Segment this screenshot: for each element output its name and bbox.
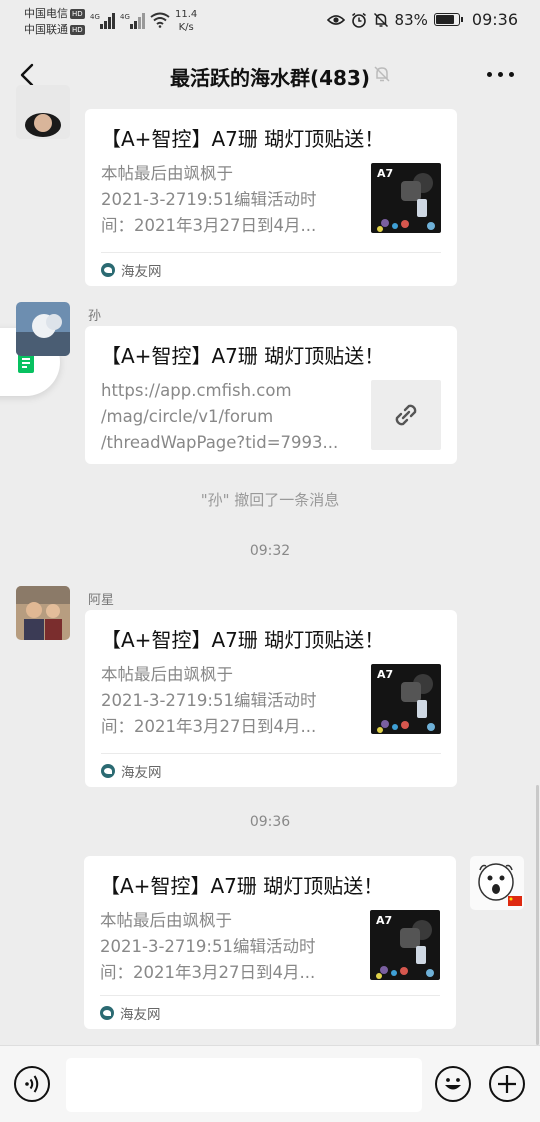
avatar[interactable] [16,302,70,356]
card-source: 海友网 [101,753,441,787]
link-thumbnail [371,380,441,450]
svg-text:4G: 4G [90,13,100,21]
voice-icon[interactable] [14,1066,50,1102]
more-options-icon[interactable] [487,72,514,77]
scrollbar[interactable] [536,785,539,1045]
wifi-icon [150,12,170,28]
signal-icon-2: 4G [120,13,145,29]
timestamp: 09:36 [249,814,291,830]
my-avatar[interactable] [470,856,524,910]
svg-text:A7: A7 [377,668,393,681]
card-source: 海友网 [101,252,441,286]
card-description: 本帖最后由飒枫于 2021-3-2719:51编辑活动时 间：2021年3月27… [101,164,317,235]
card-title: 【A+智控】A7珊 瑚灯顶贴送！ [101,127,385,151]
link-card[interactable]: 【A+智控】A7珊 瑚灯顶贴送！ https://app.cmfish.com … [85,326,457,464]
card-source: 海友网 [100,995,440,1029]
alarm-icon [351,12,366,28]
haiyou-logo-icon [100,1005,114,1020]
chat-title: 最活跃的海水群(483) [169,66,371,90]
emoji-icon[interactable] [435,1066,471,1102]
input-bar [0,1045,540,1122]
mute-bell-icon [374,66,390,82]
card-thumbnail: A7 [371,664,441,734]
svg-text:4G: 4G [120,13,130,21]
card-title: 【A+智控】A7珊 瑚灯顶贴送！ [101,344,385,368]
card-thumbnail: A7 [370,910,440,980]
message-input[interactable] [66,1058,422,1112]
status-bar: 中国电信 HD 中国联通 HD 4G 4G 11.4 K/s 83% 09:36 [0,0,540,44]
svg-text:A7: A7 [376,914,392,927]
haiyou-logo-icon [101,763,115,778]
card-url: https://app.cmfish.com /mag/circle/v1/fo… [101,381,339,452]
eye-icon [326,14,345,25]
silent-bell-icon [373,12,388,27]
net-speed: 11.4 K/s [175,9,198,33]
title-bar: 最活跃的海水群(483) [0,44,540,106]
battery-icon [433,13,463,26]
sender-name: 孙 [88,309,102,324]
sender-name: 阿星 [88,593,115,608]
signal-icon-1: 4G [90,13,115,29]
recall-notice: "孙" 撤回了一条消息 [200,491,340,509]
carrier-1: 中国电信 HD [24,7,85,20]
article-card[interactable]: 【A+智控】A7珊 瑚灯顶贴送！ 本帖最后由飒枫于 2021-3-2719:51… [85,610,457,787]
carrier-2: 中国联通 HD [24,23,85,36]
plus-icon[interactable] [489,1066,525,1102]
card-description: 本帖最后由飒枫于 2021-3-2719:51编辑活动时 间：2021年3月27… [100,911,316,982]
battery-percent: 83% [394,10,428,29]
card-title: 【A+智控】A7珊 瑚灯顶贴送！ [100,874,384,898]
clock: 09:36 [471,10,518,29]
card-description: 本帖最后由飒枫于 2021-3-2719:51编辑活动时 间：2021年3月27… [101,665,317,736]
link-icon [395,404,417,426]
avatar[interactable] [16,586,70,640]
article-card[interactable]: 【A+智控】A7珊 瑚灯顶贴送！ 本帖最后由飒枫于 2021-3-2719:51… [84,856,456,1029]
card-thumbnail: A7 [371,163,441,233]
card-title: 【A+智控】A7珊 瑚灯顶贴送！ [101,628,385,652]
article-card[interactable]: 【A+智控】A7珊 瑚灯顶贴送！ 本帖最后由飒枫于 2021-3-2719:51… [85,109,457,286]
svg-text:A7: A7 [377,167,393,180]
timestamp: 09:32 [249,543,291,559]
haiyou-logo-icon [101,262,115,277]
avatar[interactable] [16,85,70,139]
